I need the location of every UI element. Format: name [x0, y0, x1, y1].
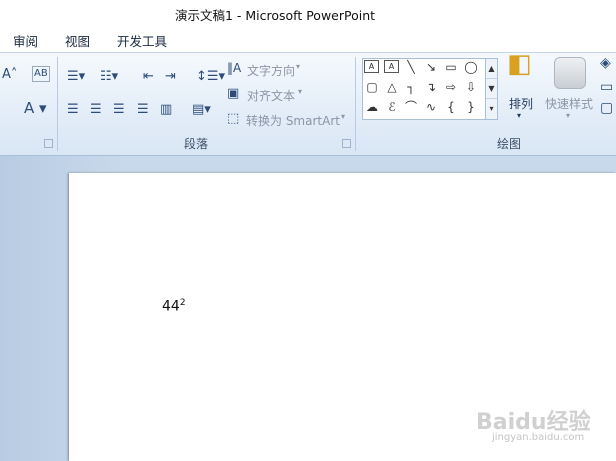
superscript-exponent: 2 [179, 298, 186, 308]
elbow-connector-icon[interactable]: ┐ [403, 79, 419, 95]
chevron-down-icon[interactable]: ▾ [296, 62, 300, 71]
arrange-icon[interactable]: ◧ [507, 51, 532, 77]
chevron-down-icon[interactable]: ▾ [341, 112, 345, 121]
paragraph-dialog-launcher[interactable] [342, 139, 351, 148]
line-spacing-icon[interactable]: ↕☰▾ [196, 70, 225, 84]
chevron-down-icon[interactable]: ▾ [566, 111, 570, 120]
ribbon: A˄ AB A ▾ ☰▾ ☷▾ ⇤ ⇥ ↕☰▾ ☰ ☰ ☰ ☰ ▥ ▤▾ ‖A … [0, 51, 616, 156]
tab-review[interactable]: 审阅 [13, 31, 38, 50]
down-arrow-icon[interactable]: ⇩ [463, 79, 479, 95]
slide-text[interactable]: 442 [162, 298, 186, 315]
arc-icon[interactable]: ⌒ [403, 99, 419, 115]
smartart-icon[interactable]: ⬚ [227, 112, 239, 126]
window-title: 演示文稿1 - Microsoft PowerPoint [174, 8, 376, 23]
watermark-url: jingyan.baidu.com [492, 432, 585, 443]
shape-effects-icon[interactable]: ▢ [600, 101, 613, 115]
curve-icon[interactable]: ∿ [423, 99, 439, 115]
title-bar: 演示文稿1 - Microsoft PowerPoint [0, 0, 616, 26]
tab-view[interactable]: 视图 [65, 31, 90, 50]
tab-developer[interactable]: 开发工具 [117, 31, 167, 50]
separator [355, 57, 356, 151]
scroll-down-icon[interactable]: ▼ [486, 79, 497, 99]
convert-smartart-button[interactable]: 转换为 SmartArt [246, 112, 340, 129]
elbow-arrow-icon[interactable]: ↴ [423, 79, 439, 95]
left-brace-icon[interactable]: { [443, 99, 459, 115]
increase-indent-icon[interactable]: ⇥ [165, 70, 176, 84]
font-color-icon[interactable]: A ▾ [24, 101, 47, 116]
text-direction-button[interactable]: 文字方向 [247, 62, 295, 79]
rectangle-icon[interactable]: ▭ [443, 59, 459, 75]
watermark: Baidu经验 jingyan.baidu.com [476, 404, 616, 448]
quick-styles-icon[interactable] [554, 57, 586, 89]
distributed-icon[interactable]: ▥ [160, 103, 172, 117]
shapes-scroll[interactable]: ▲ ▼ ▾ [485, 58, 498, 120]
justify-icon[interactable]: ☰ [137, 103, 149, 117]
vertical-text-box-icon[interactable]: A [384, 60, 399, 73]
text-box-icon[interactable]: A [364, 60, 379, 73]
shape-outline-icon[interactable]: ▭ [600, 80, 613, 94]
base-number: 44 [162, 298, 180, 315]
align-left-icon[interactable]: ☰ [67, 103, 79, 117]
align-text-button[interactable]: 对齐文本 [247, 87, 295, 104]
paragraph-group-label: 段落 [184, 137, 209, 151]
quick-styles-button[interactable]: 快速样式 [545, 95, 593, 112]
cloud-icon[interactable]: ☁ [364, 99, 380, 115]
chevron-down-icon[interactable]: ▾ [517, 111, 521, 120]
decrease-indent-icon[interactable]: ⇤ [143, 70, 154, 84]
oval-icon[interactable]: ◯ [463, 59, 479, 75]
right-arrow-icon[interactable]: ⇨ [443, 79, 459, 95]
freeform-icon[interactable]: ℰ [384, 99, 400, 115]
shape-fill-icon[interactable]: ◈ [600, 56, 611, 70]
right-brace-icon[interactable]: } [463, 99, 479, 115]
triangle-icon[interactable]: △ [384, 79, 400, 95]
align-text-icon[interactable]: ▣ [227, 87, 239, 101]
line-icon[interactable]: ╲ [403, 59, 419, 75]
arrange-button[interactable]: 排列 [509, 95, 533, 112]
numbering-icon[interactable]: ☷▾ [100, 70, 118, 84]
bullets-icon[interactable]: ☰▾ [67, 70, 85, 84]
rounded-rectangle-icon[interactable]: ▢ [364, 79, 380, 95]
shapes-gallery[interactable]: A A ╲ ↘ ▭ ◯ ▢ △ ┐ ↴ ⇨ ⇩ ☁ ℰ ⌒ ∿ { } [362, 58, 487, 120]
chevron-down-icon[interactable]: ▾ [298, 87, 302, 96]
drawing-group-label: 绘图 [497, 137, 522, 151]
columns-icon[interactable]: ▤▾ [192, 103, 211, 117]
text-direction-icon[interactable]: ‖A [227, 61, 241, 75]
clear-format-icon[interactable]: AB [32, 66, 50, 82]
align-right-icon[interactable]: ☰ [113, 103, 125, 117]
font-dialog-launcher[interactable] [44, 139, 53, 148]
font-size-icon[interactable]: A˄ [2, 68, 17, 82]
more-icon[interactable]: ▾ [486, 99, 497, 118]
scroll-up-icon[interactable]: ▲ [486, 59, 497, 79]
separator [57, 57, 58, 151]
arrow-line-icon[interactable]: ↘ [423, 59, 439, 75]
align-center-icon[interactable]: ☰ [90, 103, 102, 117]
